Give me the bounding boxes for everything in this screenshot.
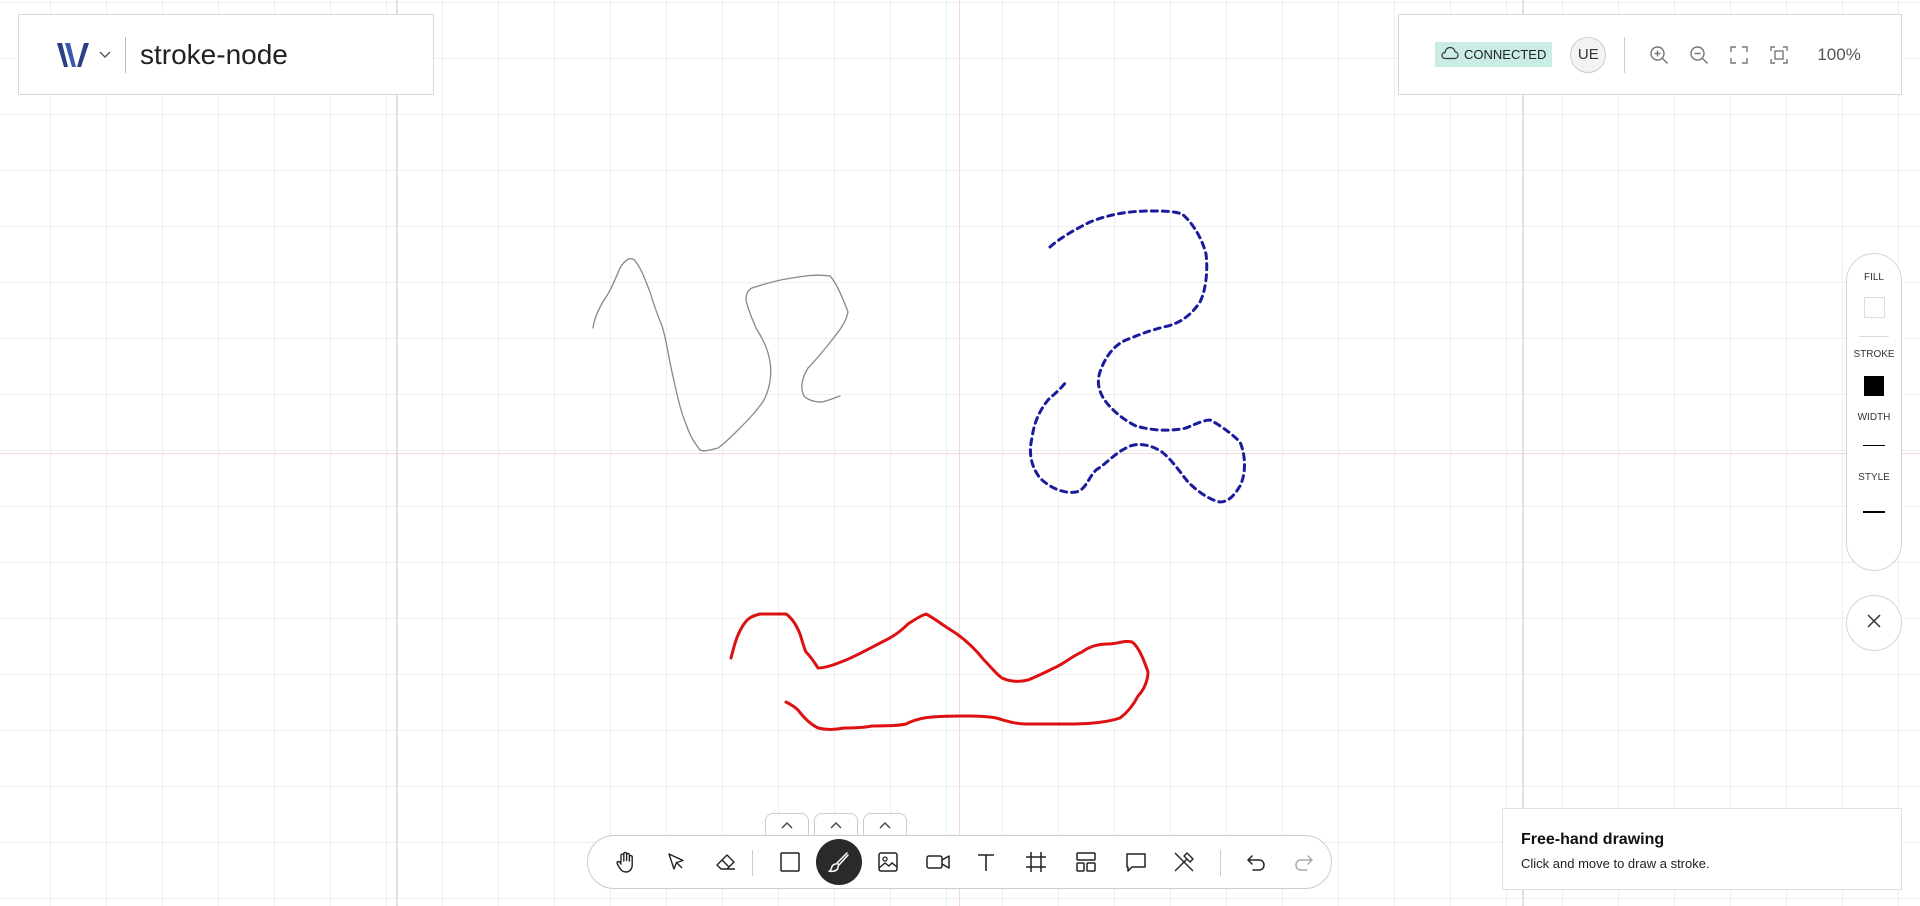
zoom-out-icon[interactable] <box>1687 43 1711 67</box>
status-divider <box>1624 36 1626 73</box>
chevron-up-icon <box>830 821 842 828</box>
header-divider <box>125 36 126 73</box>
wavelet-logo-icon[interactable] <box>55 39 111 71</box>
expand-media-button[interactable] <box>863 813 907 835</box>
rectangle-icon <box>780 852 800 872</box>
video-icon <box>926 855 950 869</box>
width-label: WIDTH <box>1857 412 1891 423</box>
hand-icon <box>616 851 633 873</box>
expand-brush-button[interactable] <box>814 813 858 835</box>
close-icon <box>1866 613 1882 634</box>
draw-tool-button[interactable] <box>816 839 862 885</box>
stroke-width-picker[interactable] <box>1863 445 1885 446</box>
laser-pointer-tool-button[interactable] <box>1162 842 1206 882</box>
comment-icon <box>1126 853 1146 872</box>
close-button[interactable] <box>1846 595 1902 651</box>
stroke-label: STROKE <box>1853 349 1895 360</box>
document-title[interactable]: stroke-node <box>140 39 288 71</box>
redo-icon <box>1295 855 1313 871</box>
chevron-up-icon <box>879 821 891 828</box>
stroke-color-swatch[interactable] <box>1864 376 1884 396</box>
fit-to-screen-icon[interactable] <box>1767 43 1791 67</box>
brush-icon <box>828 852 849 873</box>
layout-tool-button[interactable] <box>1064 842 1108 882</box>
toolbar-divider <box>752 850 753 876</box>
drawing-canvas[interactable] <box>0 0 1920 906</box>
cloud-icon <box>1441 46 1459 63</box>
connection-status-badge: CONNECTED <box>1435 42 1553 67</box>
hint-text: Click and move to draw a stroke. <box>1521 856 1710 871</box>
fullscreen-icon[interactable] <box>1727 43 1751 67</box>
frame-icon <box>1026 852 1046 872</box>
status-bar: CONNECTED UE 100% <box>1398 14 1902 95</box>
zoom-level[interactable]: 100% <box>1817 45 1860 65</box>
red-stroke[interactable] <box>729 612 1150 731</box>
layout-icon <box>1076 852 1096 872</box>
connection-status-label: CONNECTED <box>1464 47 1547 62</box>
redo-button[interactable] <box>1282 842 1326 882</box>
eraser-tool-button[interactable] <box>704 842 748 882</box>
fill-color-swatch[interactable] <box>1863 297 1885 318</box>
eraser-icon <box>716 854 735 870</box>
select-arrow-icon <box>668 853 684 870</box>
select-tool-button[interactable] <box>654 842 698 882</box>
chevron-up-icon <box>781 821 793 828</box>
tool-hint-card: Free-hand drawing Click and move to draw… <box>1502 808 1902 890</box>
hand-tool-button[interactable] <box>604 842 648 882</box>
style-properties-panel: FILL STROKE WIDTH STYLE <box>1846 253 1902 571</box>
user-avatar[interactable]: UE <box>1570 36 1607 73</box>
properties-divider <box>1859 336 1889 337</box>
image-icon <box>878 852 898 872</box>
style-label: STYLE <box>1858 472 1890 483</box>
fill-label: FILL <box>1863 272 1884 283</box>
stroke-style-picker[interactable] <box>1863 511 1885 513</box>
user-initials: UE <box>1577 46 1599 63</box>
frame-tool-button[interactable] <box>1014 842 1058 882</box>
zoom-in-icon[interactable] <box>1647 43 1671 67</box>
document-header: stroke-node <box>18 14 434 95</box>
laser-pointer-icon <box>1174 852 1194 872</box>
rectangle-tool-button[interactable] <box>768 842 812 882</box>
expand-shapes-button[interactable] <box>765 813 809 835</box>
undo-button[interactable] <box>1234 842 1278 882</box>
chevron-down-icon[interactable] <box>99 48 111 62</box>
blue-dashed-stroke[interactable] <box>1028 209 1246 504</box>
toolbar-divider <box>1220 850 1221 876</box>
tool-bar <box>587 835 1332 889</box>
gray-stroke[interactable] <box>592 257 849 452</box>
undo-icon <box>1247 855 1265 871</box>
text-icon <box>978 854 994 871</box>
comment-tool-button[interactable] <box>1114 842 1158 882</box>
text-tool-button[interactable] <box>964 842 1008 882</box>
hint-title: Free-hand drawing <box>1521 831 1665 848</box>
image-tool-button[interactable] <box>866 842 910 882</box>
video-tool-button[interactable] <box>916 842 960 882</box>
